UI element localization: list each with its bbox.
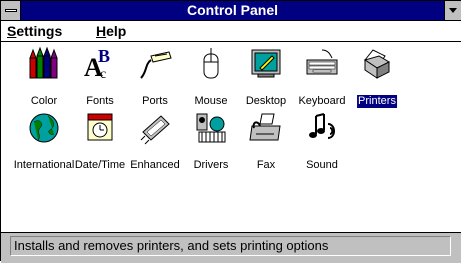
menu-help[interactable]: Help: [96, 22, 126, 40]
printers-icon: [363, 49, 391, 79]
svg-text:c: c: [100, 67, 106, 82]
ports-icon: [140, 51, 172, 79]
system-menu-button[interactable]: [1, 1, 21, 20]
sound-icon: [309, 113, 335, 139]
menu-help-label: elp: [106, 23, 127, 39]
menu-help-mnemonic: H: [96, 23, 107, 39]
menu-settings[interactable]: Settings: [7, 22, 62, 40]
mouse-icon: [203, 48, 219, 79]
minimize-button[interactable]: [444, 1, 461, 20]
control-panel-window: Control Panel Settings Help Color A B c …: [0, 0, 461, 263]
applet-printers[interactable]: Printers: [342, 46, 412, 108]
minimize-arrow-icon: [449, 8, 457, 13]
system-menu-icon: [5, 9, 17, 12]
fax-icon: [249, 113, 281, 141]
title-bar[interactable]: Control Panel: [1, 1, 461, 21]
international-icon: [29, 113, 59, 143]
applet-sound[interactable]: Sound: [287, 110, 357, 172]
status-text: Installs and removes printers, and sets …: [10, 236, 451, 256]
icon-area: Color A B c Fonts Ports Mouse Desktop Ke…: [1, 42, 461, 232]
window-title: Control Panel: [186, 2, 278, 18]
desktop-icon: [251, 49, 281, 78]
drivers-icon: [196, 113, 226, 143]
applet-label-selected: Printers: [357, 95, 397, 108]
fonts-icon: A B c: [84, 46, 110, 82]
color-icon: [29, 46, 58, 79]
menu-settings-label: ettings: [16, 23, 63, 39]
menu-bar: Settings Help: [1, 21, 461, 42]
keyboard-icon: [306, 49, 338, 75]
svg-text:B: B: [98, 46, 110, 66]
menu-settings-mnemonic: S: [7, 23, 17, 39]
status-bar: Installs and removes printers, and sets …: [1, 232, 461, 263]
applet-label: Sound: [306, 159, 338, 171]
enhanced-icon: [140, 115, 170, 145]
date-time-icon: [87, 113, 113, 141]
